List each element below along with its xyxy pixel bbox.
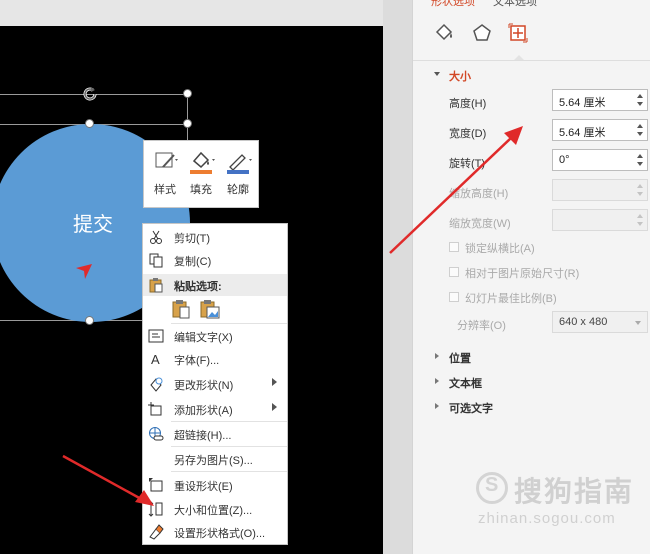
scale-width-spinner — [552, 209, 648, 231]
width-spinner[interactable]: 5.64 厘米 — [552, 119, 648, 141]
expand-triangle-icon[interactable] — [435, 353, 439, 359]
submenu-arrow-icon — [272, 403, 277, 411]
hyperlink-icon — [148, 426, 164, 442]
tab-text-options[interactable]: 文本选项 — [493, 0, 537, 9]
spin-down-icon[interactable] — [637, 162, 643, 166]
height-label: 高度(H) — [449, 98, 487, 110]
paste-options-header: 粘贴选项: — [143, 274, 287, 296]
section-size[interactable]: 大小 — [449, 68, 471, 84]
spin-up-icon[interactable] — [637, 154, 643, 158]
rotate-handle-icon[interactable] — [81, 85, 99, 103]
resolution-label: 分辨率(O) — [457, 320, 506, 332]
expand-triangle-icon[interactable] — [435, 403, 439, 409]
menu-separator — [171, 471, 287, 472]
spin-up-icon — [637, 214, 643, 218]
change-shape-icon — [148, 376, 164, 392]
spin-down-icon — [637, 192, 643, 196]
pane-divider — [413, 60, 650, 61]
expand-triangle-icon[interactable] — [435, 378, 439, 384]
relative-original-checkbox — [449, 267, 459, 277]
menu-item-format-shape[interactable]: 设置形状格式(O)... — [143, 521, 287, 543]
annotation-arrow-icon — [62, 454, 154, 506]
tab-shape-options[interactable]: 形状选项 — [431, 0, 475, 9]
resolution-select: 640 x 480 — [552, 311, 648, 333]
add-shape-icon — [148, 401, 164, 417]
outline-button[interactable]: 轮廓 — [221, 147, 255, 203]
submenu-arrow-icon — [272, 378, 277, 386]
section-alt-text[interactable]: 可选文字 — [449, 400, 493, 416]
scale-height-spinner — [552, 179, 648, 201]
style-icon — [148, 147, 182, 177]
section-textbox[interactable]: 文本框 — [449, 375, 482, 391]
dropdown-arrow-icon — [635, 321, 641, 325]
scissors-icon — [148, 229, 164, 245]
spin-up-icon[interactable] — [637, 124, 643, 128]
menu-item-copy[interactable]: 复制(C) — [143, 249, 287, 271]
paste-as-picture-icon[interactable] — [199, 298, 221, 320]
fill-line-icon[interactable] — [433, 22, 455, 44]
menu-item-hyperlink[interactable]: 超链接(H)... — [143, 423, 287, 445]
spin-up-icon[interactable] — [637, 94, 643, 98]
watermark: S 搜狗指南 zhinan.sogou.com — [476, 472, 635, 527]
rotation-spinner[interactable]: 0° — [552, 149, 648, 171]
menu-separator — [171, 323, 287, 324]
best-scale-checkbox — [449, 292, 459, 302]
section-position[interactable]: 位置 — [449, 350, 471, 366]
paint-bucket-icon — [184, 147, 218, 177]
ribbon-strip — [0, 0, 412, 26]
copy-icon — [148, 252, 164, 268]
sogou-logo-icon: S — [476, 472, 508, 504]
menu-item-change-shape[interactable]: 更改形状(N) — [143, 373, 287, 395]
collapse-triangle-icon[interactable] — [434, 72, 440, 76]
height-spinner[interactable]: 5.64 厘米 — [552, 89, 648, 111]
editor-margin — [383, 0, 412, 554]
edit-text-icon — [148, 328, 164, 344]
menu-item-cut[interactable]: 剪切(T) — [143, 226, 287, 248]
menu-separator — [171, 421, 287, 422]
menu-item-font[interactable]: A 字体(F)... — [143, 348, 287, 370]
mini-toolbar: 样式 填充 轮廓 — [143, 140, 259, 208]
resize-handle[interactable] — [85, 119, 94, 128]
effects-pentagon-icon[interactable] — [471, 22, 493, 44]
format-shape-icon — [148, 524, 164, 540]
resize-handle[interactable] — [85, 316, 94, 325]
resize-handle[interactable] — [183, 89, 192, 98]
annotation-arrow-icon — [389, 126, 523, 254]
menu-separator — [171, 446, 287, 447]
style-button[interactable]: 样式 — [148, 147, 182, 203]
resize-handle[interactable] — [183, 119, 192, 128]
spin-up-icon — [637, 184, 643, 188]
shape-text: 提交 — [73, 214, 113, 236]
spin-down-icon — [637, 222, 643, 226]
cursor-arrow-icon — [76, 264, 92, 279]
clipboard-icon — [148, 277, 164, 293]
relative-original-label: 相对于图片原始尺寸(R) — [465, 268, 580, 280]
pen-outline-icon — [221, 147, 255, 177]
size-properties-icon[interactable] — [507, 22, 529, 44]
menu-item-add-shape[interactable]: 添加形状(A) — [143, 398, 287, 420]
spin-down-icon[interactable] — [637, 132, 643, 136]
paste-keep-format-icon[interactable] — [171, 298, 191, 320]
fill-button[interactable]: 填充 — [184, 147, 218, 203]
svg-text:A: A — [151, 352, 160, 367]
font-icon: A — [148, 351, 164, 367]
spin-down-icon[interactable] — [637, 102, 643, 106]
menu-item-edit-text[interactable]: 编辑文字(X) — [143, 325, 287, 347]
best-scale-label: 幻灯片最佳比例(B) — [465, 293, 557, 305]
